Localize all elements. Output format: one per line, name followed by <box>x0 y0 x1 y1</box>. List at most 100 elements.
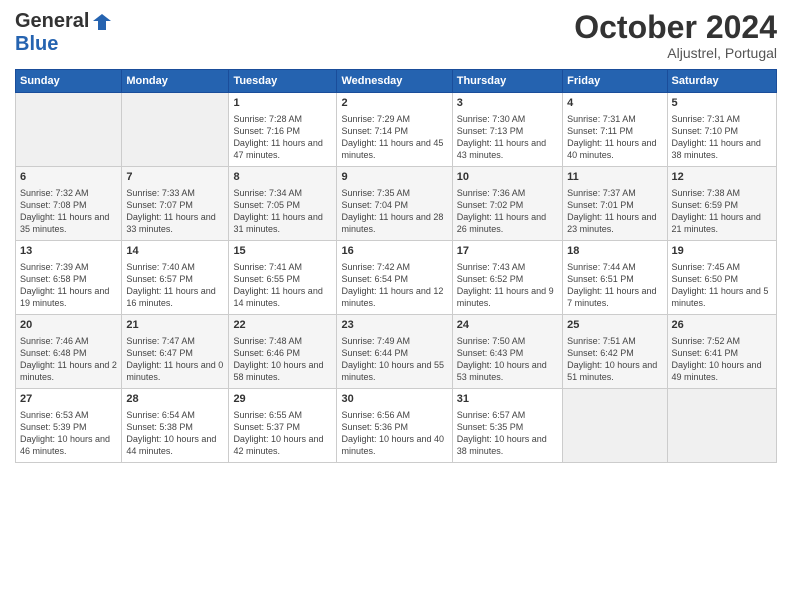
col-header-saturday: Saturday <box>667 70 776 93</box>
cell-content: Sunrise: 7:37 AMSunset: 7:01 PMDaylight:… <box>567 187 662 236</box>
calendar-cell: 15 Sunrise: 7:41 AMSunset: 6:55 PMDayligh… <box>229 241 337 315</box>
calendar-cell: 11 Sunrise: 7:37 AMSunset: 7:01 PMDayligh… <box>563 167 667 241</box>
cell-content: Sunrise: 7:42 AMSunset: 6:54 PMDaylight:… <box>341 261 447 310</box>
logo-general: General <box>15 10 89 33</box>
calendar-cell: 22Sunrise: 7:48 AMSunset: 6:46 PMDayligh… <box>229 315 337 389</box>
calendar-cell: 20 Sunrise: 7:46 AMSunset: 6:48 PMDayligh… <box>16 315 122 389</box>
day-number: 31 <box>457 392 558 407</box>
calendar-cell: 4Sunrise: 7:31 AMSunset: 7:11 PMDaylight… <box>563 93 667 167</box>
week-row: 6 Sunrise: 7:32 AMSunset: 7:08 PMDaylight… <box>16 167 777 241</box>
day-number: 5 <box>672 96 772 111</box>
calendar-cell: 3 Sunrise: 7:30 AMSunset: 7:13 PMDaylight… <box>452 93 562 167</box>
calendar-cell: 21 Sunrise: 7:47 AMSunset: 6:47 PMDayligh… <box>122 315 229 389</box>
day-number: 19 <box>672 244 772 259</box>
calendar-table: SundayMondayTuesdayWednesdayThursdayFrid… <box>15 69 777 463</box>
cell-content: Sunrise: 6:56 AMSunset: 5:36 PMDaylight:… <box>341 409 447 458</box>
calendar-cell: 14 Sunrise: 7:40 AMSunset: 6:57 PMDayligh… <box>122 241 229 315</box>
day-number: 27 <box>20 392 117 407</box>
logo-bird-icon <box>91 11 113 33</box>
calendar-cell: 5Sunrise: 7:31 AMSunset: 7:10 PMDaylight… <box>667 93 776 167</box>
day-number: 16 <box>341 244 447 259</box>
day-number: 6 <box>20 170 117 185</box>
day-number: 20 <box>20 318 117 333</box>
cell-content: Sunrise: 6:57 AMSunset: 5:35 PMDaylight:… <box>457 409 558 458</box>
calendar-cell: 17 Sunrise: 7:43 AMSunset: 6:52 PMDayligh… <box>452 241 562 315</box>
col-header-friday: Friday <box>563 70 667 93</box>
col-header-monday: Monday <box>122 70 229 93</box>
col-header-wednesday: Wednesday <box>337 70 452 93</box>
cell-content: Sunrise: 7:38 AMSunset: 6:59 PMDaylight:… <box>672 187 772 236</box>
calendar-cell: 19 Sunrise: 7:45 AMSunset: 6:50 PMDayligh… <box>667 241 776 315</box>
calendar-cell: 6 Sunrise: 7:32 AMSunset: 7:08 PMDaylight… <box>16 167 122 241</box>
calendar-cell: 26Sunrise: 7:52 AMSunset: 6:41 PMDayligh… <box>667 315 776 389</box>
cell-content: Sunrise: 7:51 AMSunset: 6:42 PMDaylight:… <box>567 335 662 384</box>
day-number: 21 <box>126 318 224 333</box>
day-number: 14 <box>126 244 224 259</box>
calendar-cell <box>16 93 122 167</box>
cell-content: Sunrise: 7:49 AMSunset: 6:44 PMDaylight:… <box>341 335 447 384</box>
calendar-cell: 24Sunrise: 7:50 AMSunset: 6:43 PMDayligh… <box>452 315 562 389</box>
calendar-cell: 12Sunrise: 7:38 AMSunset: 6:59 PMDayligh… <box>667 167 776 241</box>
day-number: 11 <box>567 170 662 185</box>
day-number: 3 <box>457 96 558 111</box>
day-number: 1 <box>233 96 332 111</box>
col-header-sunday: Sunday <box>16 70 122 93</box>
day-number: 13 <box>20 244 117 259</box>
week-row: 20 Sunrise: 7:46 AMSunset: 6:48 PMDayligh… <box>16 315 777 389</box>
day-number: 15 <box>233 244 332 259</box>
day-number: 9 <box>341 170 447 185</box>
week-row: 27 Sunrise: 6:53 AMSunset: 5:39 PMDayligh… <box>16 389 777 463</box>
col-header-tuesday: Tuesday <box>229 70 337 93</box>
calendar-cell: 23 Sunrise: 7:49 AMSunset: 6:44 PMDayligh… <box>337 315 452 389</box>
calendar-cell <box>563 389 667 463</box>
calendar-cell: 31 Sunrise: 6:57 AMSunset: 5:35 PMDayligh… <box>452 389 562 463</box>
cell-content: Sunrise: 6:53 AMSunset: 5:39 PMDaylight:… <box>20 409 117 458</box>
cell-content: Sunrise: 7:34 AMSunset: 7:05 PMDaylight:… <box>233 187 332 236</box>
day-number: 7 <box>126 170 224 185</box>
calendar-cell: 10Sunrise: 7:36 AMSunset: 7:02 PMDayligh… <box>452 167 562 241</box>
location: Aljustrel, Portugal <box>574 45 777 61</box>
cell-content: Sunrise: 7:40 AMSunset: 6:57 PMDaylight:… <box>126 261 224 310</box>
day-number: 23 <box>341 318 447 333</box>
cell-content: Sunrise: 7:46 AMSunset: 6:48 PMDaylight:… <box>20 335 117 384</box>
day-number: 18 <box>567 244 662 259</box>
logo-blue: Blue <box>15 33 58 56</box>
cell-content: Sunrise: 7:31 AMSunset: 7:11 PMDaylight:… <box>567 113 662 162</box>
logo: General Blue <box>15 10 113 56</box>
calendar-cell: 8 Sunrise: 7:34 AMSunset: 7:05 PMDaylight… <box>229 167 337 241</box>
calendar-cell: 29 Sunrise: 6:55 AMSunset: 5:37 PMDayligh… <box>229 389 337 463</box>
cell-content: Sunrise: 7:32 AMSunset: 7:08 PMDaylight:… <box>20 187 117 236</box>
cell-content: Sunrise: 7:33 AMSunset: 7:07 PMDaylight:… <box>126 187 224 236</box>
calendar-cell: 2Sunrise: 7:29 AMSunset: 7:14 PMDaylight… <box>337 93 452 167</box>
calendar-cell: 28 Sunrise: 6:54 AMSunset: 5:38 PMDayligh… <box>122 389 229 463</box>
calendar-cell <box>667 389 776 463</box>
calendar-cell: 25Sunrise: 7:51 AMSunset: 6:42 PMDayligh… <box>563 315 667 389</box>
cell-content: Sunrise: 7:28 AMSunset: 7:16 PMDaylight:… <box>233 113 332 162</box>
cell-content: Sunrise: 6:55 AMSunset: 5:37 PMDaylight:… <box>233 409 332 458</box>
calendar-cell: 27 Sunrise: 6:53 AMSunset: 5:39 PMDayligh… <box>16 389 122 463</box>
day-number: 10 <box>457 170 558 185</box>
day-number: 8 <box>233 170 332 185</box>
week-row: 13Sunrise: 7:39 AMSunset: 6:58 PMDayligh… <box>16 241 777 315</box>
cell-content: Sunrise: 7:41 AMSunset: 6:55 PMDaylight:… <box>233 261 332 310</box>
calendar-cell: 18 Sunrise: 7:44 AMSunset: 6:51 PMDayligh… <box>563 241 667 315</box>
calendar-cell <box>122 93 229 167</box>
cell-content: Sunrise: 7:45 AMSunset: 6:50 PMDaylight:… <box>672 261 772 310</box>
day-number: 29 <box>233 392 332 407</box>
cell-content: Sunrise: 7:43 AMSunset: 6:52 PMDaylight:… <box>457 261 558 310</box>
calendar-cell: 1 Sunrise: 7:28 AMSunset: 7:16 PMDaylight… <box>229 93 337 167</box>
day-number: 30 <box>341 392 447 407</box>
day-number: 28 <box>126 392 224 407</box>
title-block: October 2024 Aljustrel, Portugal <box>574 10 777 61</box>
cell-content: Sunrise: 6:54 AMSunset: 5:38 PMDaylight:… <box>126 409 224 458</box>
calendar-cell: 7 Sunrise: 7:33 AMSunset: 7:07 PMDaylight… <box>122 167 229 241</box>
day-number: 17 <box>457 244 558 259</box>
cell-content: Sunrise: 7:35 AMSunset: 7:04 PMDaylight:… <box>341 187 447 236</box>
cell-content: Sunrise: 7:44 AMSunset: 6:51 PMDaylight:… <box>567 261 662 310</box>
page-header: General Blue October 2024 Aljustrel, Por… <box>15 10 777 61</box>
cell-content: Sunrise: 7:47 AMSunset: 6:47 PMDaylight:… <box>126 335 224 384</box>
calendar-cell: 13Sunrise: 7:39 AMSunset: 6:58 PMDayligh… <box>16 241 122 315</box>
day-number: 26 <box>672 318 772 333</box>
cell-content: Sunrise: 7:30 AMSunset: 7:13 PMDaylight:… <box>457 113 558 162</box>
month-title: October 2024 <box>574 10 777 45</box>
